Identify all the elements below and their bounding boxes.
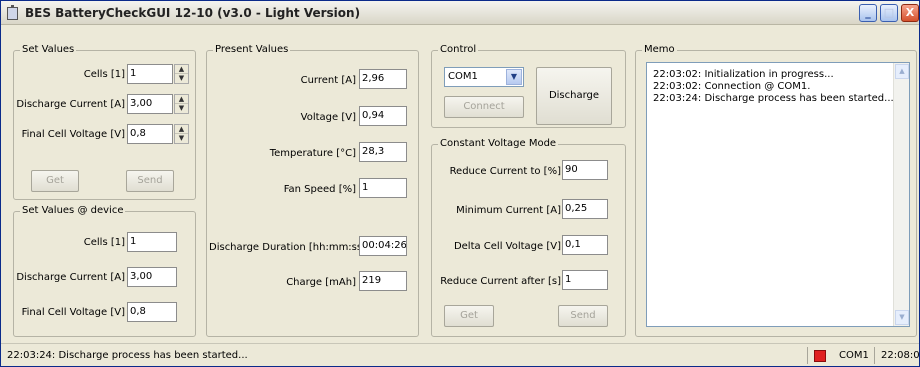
window-title: BES BatteryCheckGUI 12-10 (v3.0 - Light …	[25, 6, 361, 20]
title-bar: BES BatteryCheckGUI 12-10 (v3.0 - Light …	[1, 1, 919, 25]
connection-led-icon	[814, 350, 826, 362]
battery-icon	[7, 5, 18, 20]
charge-value: 219	[359, 271, 407, 291]
current-value: 2,96	[359, 69, 407, 89]
reduce-current-to-input[interactable]: 90	[562, 160, 608, 180]
status-time: 22:08:0	[881, 350, 920, 361]
device-values-title: Set Values @ device	[20, 205, 126, 216]
device-cells-label: Cells [1]	[83, 237, 125, 248]
memo-line: 22:03:02: Connection @ COM1.	[653, 81, 811, 92]
status-divider	[874, 347, 875, 364]
set-values-title: Set Values	[20, 44, 77, 55]
discharge-current-label: Discharge Current [A]	[16, 99, 125, 110]
set-send-button[interactable]: Send	[126, 170, 174, 192]
spin-up-icon[interactable]: ▲	[175, 95, 188, 104]
spin-up-icon[interactable]: ▲	[175, 65, 188, 74]
cells-spinner[interactable]: ▲ ▼	[174, 64, 189, 84]
device-cells-value: 1	[127, 232, 177, 252]
spin-down-icon[interactable]: ▼	[175, 74, 188, 83]
discharge-button[interactable]: Discharge	[536, 67, 612, 125]
spin-up-icon[interactable]: ▲	[175, 125, 188, 134]
fan-speed-label: Fan Speed [%]	[283, 184, 356, 195]
chevron-down-icon[interactable]: ▼	[506, 69, 522, 85]
memo-title: Memo	[642, 44, 677, 55]
minimum-current-input[interactable]: 0,25	[562, 199, 608, 219]
status-message: 22:03:24: Discharge process has been sta…	[7, 350, 248, 361]
app-window: BES BatteryCheckGUI 12-10 (v3.0 - Light …	[0, 0, 920, 367]
device-discharge-current-value: 3,00	[127, 267, 177, 287]
final-voltage-input[interactable]: 0,8	[127, 124, 173, 144]
scroll-up-icon[interactable]: ▲	[895, 64, 909, 79]
com-port-select[interactable]: COM1 ▼	[444, 67, 524, 87]
device-final-voltage-value: 0,8	[127, 302, 177, 322]
reduce-current-after-input[interactable]: 1	[562, 270, 608, 290]
cv-send-button[interactable]: Send	[558, 305, 608, 327]
temperature-label: Temperature [°C]	[269, 148, 356, 159]
discharge-current-spinner[interactable]: ▲ ▼	[174, 94, 189, 114]
status-bar: 22:03:24: Discharge process has been sta…	[1, 343, 920, 366]
temperature-value: 28,3	[359, 142, 407, 162]
spin-down-icon[interactable]: ▼	[175, 134, 188, 143]
status-divider	[807, 347, 808, 364]
cells-input[interactable]: 1	[127, 64, 173, 84]
delta-cell-voltage-input[interactable]: 0,1	[562, 235, 608, 255]
fan-speed-value: 1	[359, 178, 407, 198]
discharge-duration-value: 00:04:26	[359, 236, 407, 256]
status-port: COM1	[839, 350, 869, 361]
maximize-button[interactable]: □	[880, 4, 898, 22]
discharge-duration-label: Discharge Duration [hh:mm:ss]	[209, 242, 366, 253]
charge-label: Charge [mAh]	[286, 277, 356, 288]
final-voltage-label: Final Cell Voltage [V]	[21, 129, 125, 140]
device-final-voltage-label: Final Cell Voltage [V]	[21, 307, 125, 318]
memo-line: 22:03:02: Initialization in progress...	[653, 69, 834, 80]
com-port-selected: COM1	[448, 71, 478, 82]
close-button[interactable]: X	[901, 4, 919, 22]
present-values-title: Present Values	[213, 44, 291, 55]
current-label: Current [A]	[300, 75, 356, 86]
voltage-value: 0,94	[359, 106, 407, 126]
minimum-current-label: Minimum Current [A]	[456, 205, 561, 216]
device-discharge-current-label: Discharge Current [A]	[16, 272, 125, 283]
minimize-button[interactable]: _	[859, 4, 877, 22]
cv-get-button[interactable]: Get	[444, 305, 494, 327]
memo-scrollbar[interactable]: ▲ ▼	[893, 63, 909, 326]
spin-down-icon[interactable]: ▼	[175, 104, 188, 113]
control-title: Control	[438, 44, 479, 55]
discharge-current-input[interactable]: 3,00	[127, 94, 173, 114]
cv-mode-title: Constant Voltage Mode	[438, 138, 559, 149]
reduce-current-after-label: Reduce Current after [s]	[440, 276, 561, 287]
final-voltage-spinner[interactable]: ▲ ▼	[174, 124, 189, 144]
voltage-label: Voltage [V]	[300, 112, 356, 123]
memo-log[interactable]: 22:03:02: Initialization in progress... …	[646, 62, 910, 327]
cells-label: Cells [1]	[83, 69, 125, 80]
delta-cell-voltage-label: Delta Cell Voltage [V]	[453, 241, 561, 252]
set-get-button[interactable]: Get	[31, 170, 79, 192]
scroll-down-icon[interactable]: ▼	[895, 310, 909, 325]
connect-button[interactable]: Connect	[444, 96, 524, 118]
reduce-current-to-label: Reduce Current to [%]	[449, 166, 561, 177]
memo-line: 22:03:24: Discharge process has been sta…	[653, 93, 894, 104]
